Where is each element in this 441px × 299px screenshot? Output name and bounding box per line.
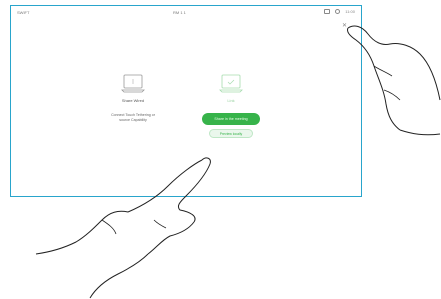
laptop-icon (121, 74, 145, 93)
share-wired-option[interactable]: Share Wired Connect Touch Tethering or s… (93, 74, 173, 123)
preview-locally-button[interactable]: Preview locally (209, 129, 253, 138)
status-icons: 11:00 (324, 9, 355, 14)
share-wired-label: Share Wired (121, 98, 145, 103)
room-name: RM 1 1 (173, 10, 186, 15)
camera-icon[interactable] (324, 9, 331, 14)
connected-device-label: Link (227, 98, 235, 103)
share-wired-hint: Connect Touch Tethering or source Capabi… (93, 113, 173, 123)
connected-device-option: Link Share in the meeting Preview locall… (191, 74, 271, 138)
right-hand-illustration (347, 25, 441, 136)
device-name: SWIFT (17, 10, 30, 15)
left-hand-illustration (35, 157, 211, 299)
laptop-connected-icon (219, 74, 243, 93)
status-bar: SWIFT RM 1 1 11:00 (11, 6, 361, 20)
person-icon[interactable] (335, 9, 341, 14)
clock: 11:00 (345, 9, 355, 14)
hint-line-2: source Capability (119, 118, 147, 122)
share-in-meeting-button[interactable]: Share in the meeting (202, 113, 260, 125)
